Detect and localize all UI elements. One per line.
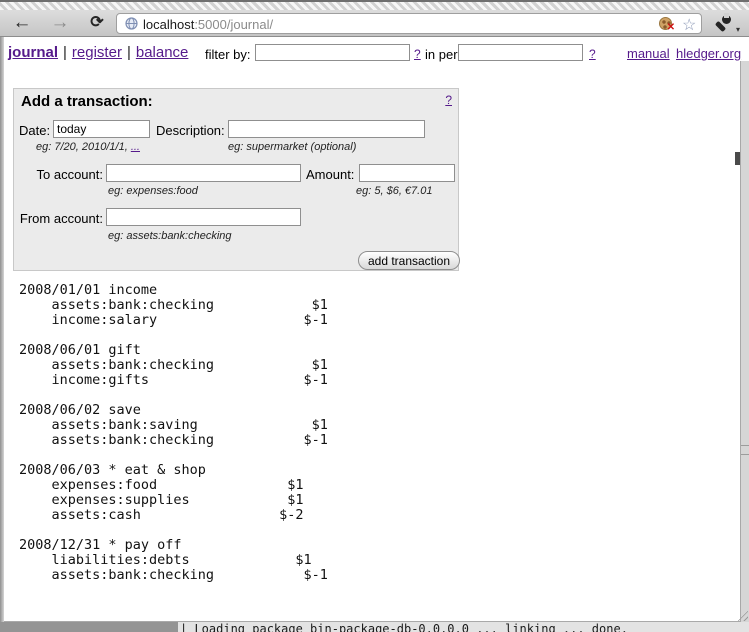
date-input[interactable] <box>53 120 150 138</box>
date-hint: eg: 7/20, 2010/1/1, ... <box>36 141 140 153</box>
nav-separator: | <box>58 44 72 61</box>
window-titlebar[interactable] <box>0 0 749 10</box>
nav-separator: | <box>122 44 136 61</box>
terminal-output: | Loading package bin-package-db-0.0.0.0… <box>180 622 628 632</box>
amount-input[interactable] <box>359 164 455 182</box>
period-help-link[interactable]: ? <box>589 47 596 61</box>
description-input[interactable] <box>228 120 425 138</box>
page-content: journal|register|balance filter by: ? in… <box>0 37 740 622</box>
window-left-edge <box>0 37 4 622</box>
scrollbar-ridge <box>741 445 749 446</box>
filter-input[interactable] <box>255 44 410 61</box>
filter-help-link[interactable]: ? <box>414 47 421 61</box>
terminal-window-sliver: | Loading package bin-package-db-0.0.0.0… <box>0 622 749 632</box>
date-hint-more-link[interactable]: ... <box>131 141 140 153</box>
date-label: Date: <box>19 123 50 138</box>
date-hint-text: eg: 7/20, 2010/1/1, <box>36 141 131 153</box>
from-account-hint: eg: assets:bank:checking <box>108 230 232 242</box>
scrollbar-ridge <box>741 454 749 455</box>
nav-link-register[interactable]: register <box>72 44 122 61</box>
to-account-input[interactable] <box>106 164 301 182</box>
wrench-notch <box>724 13 729 18</box>
hledger-navbar: journal|register|balance filter by: ? in… <box>0 37 749 69</box>
url-host: localhost <box>143 17 194 32</box>
menu-dropdown-arrow-icon[interactable]: ▾ <box>736 25 740 34</box>
reload-button[interactable]: ⟳ <box>85 11 109 35</box>
add-transaction-form: Add a transaction: ? Date: Description: … <box>13 88 459 271</box>
scrollbar-thumb[interactable] <box>735 152 740 165</box>
cookie-blocked-x-icon: ✕ <box>667 22 675 33</box>
url-text[interactable]: localhost:5000/journal/ <box>143 17 273 32</box>
form-help-link[interactable]: ? <box>445 93 452 107</box>
url-path: :5000/journal/ <box>194 17 273 32</box>
view-links: journal|register|balance <box>8 44 188 61</box>
globe-icon <box>125 17 138 35</box>
forward-button[interactable]: → <box>48 11 72 35</box>
form-title: Add a transaction: <box>21 93 153 110</box>
amount-hint: eg: 5, $6, €7.01 <box>356 185 432 197</box>
description-hint: eg: supermarket (optional) <box>228 141 356 153</box>
bookmark-star-icon[interactable]: ☆ <box>682 15 696 35</box>
from-account-input[interactable] <box>106 208 301 226</box>
journal-entries: 2008/01/01 income assets:bank:checking $… <box>19 283 328 583</box>
terminal-text-area: | Loading package bin-package-db-0.0.0.0… <box>178 622 749 632</box>
hledger-org-link[interactable]: hledger.org <box>676 46 741 61</box>
cookie-blocked-icon[interactable]: ✕ <box>659 17 672 30</box>
scrollbar-track[interactable] <box>740 61 749 622</box>
add-transaction-button[interactable]: add transaction <box>358 251 460 270</box>
nav-link-balance[interactable]: balance <box>136 44 189 61</box>
from-account-label: From account: <box>14 211 103 226</box>
to-account-hint: eg: expenses:food <box>108 185 198 197</box>
amount-label: Amount: <box>306 167 354 182</box>
back-button[interactable]: ← <box>10 11 34 35</box>
period-input[interactable] <box>458 44 583 61</box>
to-account-label: To account: <box>14 167 103 182</box>
address-bar[interactable]: localhost:5000/journal/ ✕ ☆ <box>116 13 702 34</box>
browser-window: ← → ⟳ localhost:5000/journal/ ✕ ☆ ▾ <box>0 0 749 632</box>
nav-link-journal[interactable]: journal <box>8 44 58 61</box>
wrench-menu-icon[interactable] <box>716 15 732 31</box>
description-label: Description: <box>156 123 225 138</box>
browser-toolbar: ← → ⟳ localhost:5000/journal/ ✕ ☆ ▾ <box>0 10 749 37</box>
manual-link[interactable]: manual <box>627 46 670 61</box>
filter-by-label: filter by: <box>205 47 251 62</box>
